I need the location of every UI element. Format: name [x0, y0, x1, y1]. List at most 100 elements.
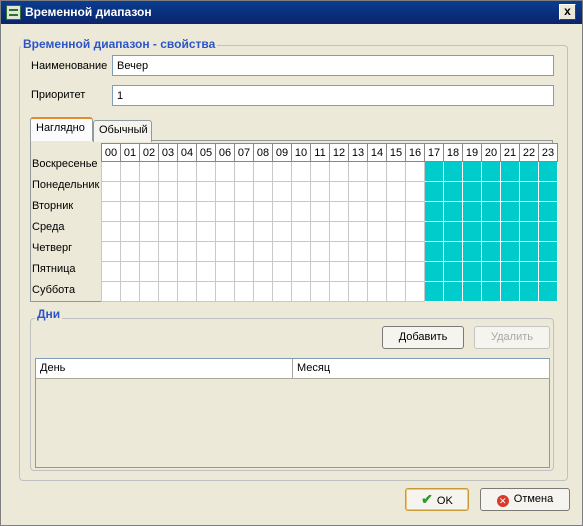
schedule-cell[interactable] — [443, 161, 463, 182]
schedule-cell[interactable] — [215, 241, 235, 262]
schedule-cell[interactable] — [234, 241, 254, 262]
schedule-cell[interactable] — [481, 241, 501, 262]
schedule-cell[interactable] — [462, 161, 482, 182]
schedule-cell[interactable] — [272, 181, 292, 202]
schedule-cell[interactable] — [386, 281, 406, 302]
schedule-cell[interactable] — [500, 261, 520, 282]
schedule-cell[interactable] — [120, 221, 140, 242]
schedule-cell[interactable] — [443, 261, 463, 282]
schedule-cell[interactable] — [196, 161, 216, 182]
schedule-cell[interactable] — [272, 201, 292, 222]
schedule-cell[interactable] — [462, 261, 482, 282]
schedule-cell[interactable] — [158, 161, 178, 182]
schedule-cell[interactable] — [139, 281, 159, 302]
schedule-cell[interactable] — [310, 261, 330, 282]
schedule-cell[interactable] — [310, 201, 330, 222]
schedule-cell[interactable] — [177, 221, 197, 242]
schedule-cell[interactable] — [519, 201, 539, 222]
schedule-cell[interactable] — [139, 241, 159, 262]
schedule-cell[interactable] — [443, 201, 463, 222]
schedule-cell[interactable] — [367, 241, 387, 262]
schedule-cell[interactable] — [348, 161, 368, 182]
schedule-cell[interactable] — [177, 281, 197, 302]
schedule-cell[interactable] — [272, 161, 292, 182]
schedule-cell[interactable] — [253, 261, 273, 282]
schedule-cell[interactable] — [329, 241, 349, 262]
column-header-day[interactable]: День — [36, 359, 293, 379]
schedule-cell[interactable] — [196, 181, 216, 202]
schedule-cell[interactable] — [519, 261, 539, 282]
schedule-cell[interactable] — [519, 181, 539, 202]
schedule-cell[interactable] — [424, 201, 444, 222]
schedule-cell[interactable] — [443, 241, 463, 262]
schedule-cell[interactable] — [253, 201, 273, 222]
schedule-cell[interactable] — [348, 201, 368, 222]
schedule-cell[interactable] — [196, 281, 216, 302]
schedule-cell[interactable] — [120, 281, 140, 302]
name-field[interactable] — [112, 55, 554, 76]
schedule-cell[interactable] — [329, 181, 349, 202]
schedule-cell[interactable] — [158, 261, 178, 282]
schedule-cell[interactable] — [481, 181, 501, 202]
schedule-cell[interactable] — [329, 221, 349, 242]
schedule-cell[interactable] — [348, 181, 368, 202]
schedule-cell[interactable] — [500, 181, 520, 202]
schedule-cell[interactable] — [139, 221, 159, 242]
schedule-cell[interactable] — [120, 201, 140, 222]
schedule-cell[interactable] — [101, 201, 121, 222]
schedule-cell[interactable] — [443, 281, 463, 302]
schedule-cell[interactable] — [367, 161, 387, 182]
schedule-cell[interactable] — [348, 261, 368, 282]
schedule-cell[interactable] — [405, 161, 425, 182]
schedule-cell[interactable] — [253, 161, 273, 182]
tab-regular[interactable]: Обычный — [93, 120, 152, 142]
schedule-cell[interactable] — [272, 241, 292, 262]
schedule-cell[interactable] — [500, 281, 520, 302]
schedule-cell[interactable] — [120, 261, 140, 282]
schedule-cell[interactable] — [253, 181, 273, 202]
schedule-grid[interactable]: 00 01 02 03 04 05 06 07 08 09 10 11 12 13 14 15 16 17 18 19… — [101, 143, 558, 302]
schedule-cell[interactable] — [196, 241, 216, 262]
schedule-cell[interactable] — [405, 241, 425, 262]
schedule-cell[interactable] — [272, 261, 292, 282]
schedule-cell[interactable] — [329, 261, 349, 282]
schedule-cell[interactable] — [101, 281, 121, 302]
cancel-button[interactable]: ✕ Отмена — [480, 488, 570, 511]
schedule-cell[interactable] — [158, 281, 178, 302]
schedule-cell[interactable] — [215, 261, 235, 282]
schedule-cell[interactable] — [234, 201, 254, 222]
schedule-cell[interactable] — [538, 181, 558, 202]
schedule-cell[interactable] — [291, 261, 311, 282]
schedule-cell[interactable] — [462, 221, 482, 242]
schedule-cell[interactable] — [215, 161, 235, 182]
schedule-cell[interactable] — [272, 221, 292, 242]
schedule-cell[interactable] — [538, 281, 558, 302]
schedule-cell[interactable] — [139, 261, 159, 282]
schedule-cell[interactable] — [443, 181, 463, 202]
schedule-cell[interactable] — [196, 221, 216, 242]
schedule-cell[interactable] — [386, 261, 406, 282]
schedule-cell[interactable] — [139, 161, 159, 182]
schedule-cell[interactable] — [234, 261, 254, 282]
schedule-cell[interactable] — [101, 221, 121, 242]
schedule-cell[interactable] — [367, 261, 387, 282]
schedule-cell[interactable] — [424, 241, 444, 262]
schedule-cell[interactable] — [500, 201, 520, 222]
schedule-cell[interactable] — [291, 241, 311, 262]
schedule-cell[interactable] — [386, 221, 406, 242]
schedule-cell[interactable] — [329, 161, 349, 182]
schedule-cell[interactable] — [158, 181, 178, 202]
schedule-cell[interactable] — [405, 181, 425, 202]
schedule-cell[interactable] — [158, 201, 178, 222]
schedule-cell[interactable] — [120, 161, 140, 182]
schedule-cell[interactable] — [481, 161, 501, 182]
schedule-cell[interactable] — [177, 161, 197, 182]
schedule-cell[interactable] — [367, 201, 387, 222]
schedule-cell[interactable] — [462, 241, 482, 262]
schedule-cell[interactable] — [234, 221, 254, 242]
schedule-cell[interactable] — [215, 181, 235, 202]
schedule-cell[interactable] — [538, 241, 558, 262]
schedule-cell[interactable] — [405, 201, 425, 222]
schedule-cell[interactable] — [101, 261, 121, 282]
schedule-cell[interactable] — [481, 221, 501, 242]
